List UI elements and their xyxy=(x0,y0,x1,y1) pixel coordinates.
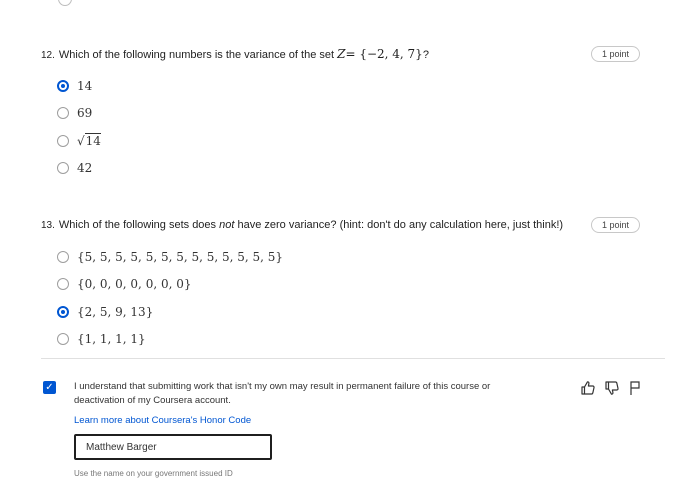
question-13-text: 13. Which of the following sets does not… xyxy=(41,219,563,231)
option-label: {0, 0, 0, 0, 0, 0, 0} xyxy=(77,277,192,292)
option-label: 14 xyxy=(77,78,93,93)
previous-option-radio[interactable] xyxy=(58,0,72,6)
sqrt-symbol: √ xyxy=(77,133,85,148)
radio-selected[interactable] xyxy=(57,79,69,92)
thumbs-down-icon[interactable] xyxy=(604,380,620,396)
math-variable: Z xyxy=(337,47,346,61)
answer-options: 14 69 √14 42 xyxy=(57,72,640,182)
radio[interactable] xyxy=(57,278,69,291)
legal-name-input[interactable] xyxy=(74,434,272,460)
question-13: 13. Which of the following sets does not… xyxy=(41,217,640,353)
points-badge: 1 point xyxy=(590,46,640,62)
option-label: {1, 1, 1, 1} xyxy=(77,332,146,347)
option-label: {5, 5, 5, 5, 5, 5, 5, 5, 5, 5, 5, 5, 5} xyxy=(77,249,284,264)
question-12-text: 12. Which of the following numbers is th… xyxy=(41,47,429,61)
option-label-sqrt: √14 xyxy=(77,132,101,148)
math-set: = {−2, 4, 7} xyxy=(345,47,423,61)
honor-statement: I understand that submitting work that i… xyxy=(74,381,491,406)
option-label: 69 xyxy=(77,106,93,121)
question-emphasis: not xyxy=(219,219,235,231)
question-number: 13. xyxy=(41,220,55,231)
feedback-icons xyxy=(580,380,642,396)
radio[interactable] xyxy=(57,250,69,263)
answer-option[interactable]: 42 xyxy=(57,155,640,183)
answer-option[interactable]: {1, 1, 1, 1} xyxy=(57,326,640,354)
option-label: {2, 5, 9, 13} xyxy=(77,304,154,319)
question-suffix: ? xyxy=(422,49,429,61)
answer-option[interactable]: {5, 5, 5, 5, 5, 5, 5, 5, 5, 5, 5, 5, 5} xyxy=(57,243,640,271)
option-label: 42 xyxy=(77,161,93,176)
section-divider xyxy=(41,358,665,359)
answer-option[interactable]: 69 xyxy=(57,100,640,128)
thumbs-up-icon[interactable] xyxy=(580,380,596,396)
question-number: 12. xyxy=(41,50,55,61)
radio-selected[interactable] xyxy=(57,305,69,318)
answer-options: {5, 5, 5, 5, 5, 5, 5, 5, 5, 5, 5, 5, 5} … xyxy=(57,243,640,353)
answer-option[interactable]: √14 xyxy=(57,127,640,155)
sqrt-radicand: 14 xyxy=(84,132,101,148)
question-12: 12. Which of the following numbers is th… xyxy=(41,46,640,182)
question-prompt: Which of the following numbers is the va… xyxy=(58,49,335,61)
question-suffix: have zero variance? (hint: don't do any … xyxy=(237,219,564,231)
answer-option[interactable]: {0, 0, 0, 0, 0, 0, 0} xyxy=(57,271,640,299)
honor-checkbox[interactable]: ✓ xyxy=(43,381,56,394)
honor-code-link[interactable]: Learn more about Coursera's Honor Code xyxy=(74,415,251,426)
points-badge: 1 point xyxy=(590,217,640,233)
radio[interactable] xyxy=(57,134,69,147)
flag-icon[interactable] xyxy=(628,380,642,396)
radio[interactable] xyxy=(57,162,69,175)
radio[interactable] xyxy=(57,107,69,120)
question-prompt: Which of the following sets does xyxy=(58,219,217,231)
name-hint: Use the name on your government issued I… xyxy=(74,469,233,478)
answer-option[interactable]: 14 xyxy=(57,72,640,100)
answer-option[interactable]: {2, 5, 9, 13} xyxy=(57,298,640,326)
radio[interactable] xyxy=(57,333,69,346)
